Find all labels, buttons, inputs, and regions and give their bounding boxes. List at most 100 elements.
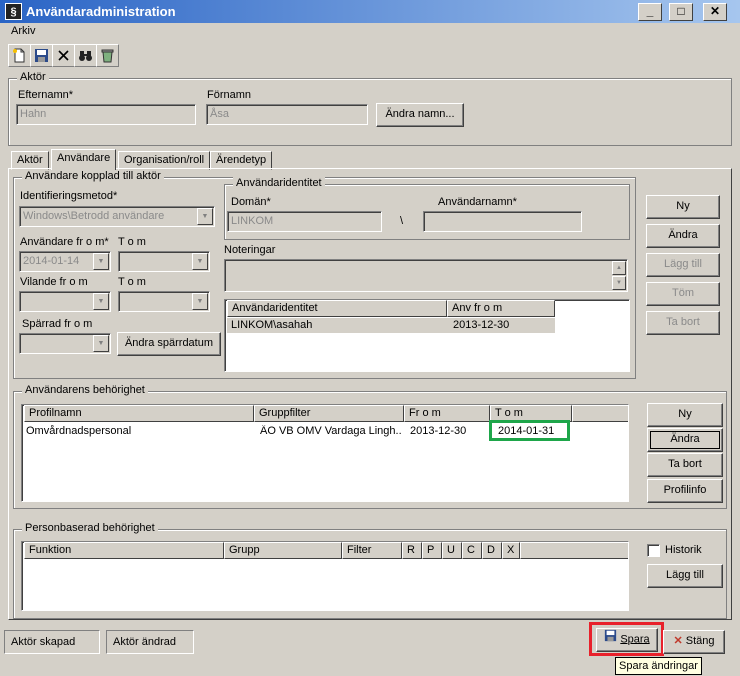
cell-identitet: LINKOM\asahah bbox=[231, 319, 313, 331]
behorighet-ny-button[interactable]: Ny bbox=[647, 403, 723, 427]
fornamn-label: Förnamn bbox=[207, 89, 252, 101]
identifieringsmetod-value: Windows\Betrodd användare bbox=[23, 210, 165, 222]
noteringar-textarea[interactable]: ▲ ▼ bbox=[224, 259, 628, 292]
spara-highlight-box bbox=[589, 622, 664, 656]
anvandare-from-value: 2014-01-14 bbox=[23, 255, 80, 267]
col-grupp[interactable]: Grupp bbox=[224, 542, 342, 559]
anvandare-tom-date[interactable]: ▼ bbox=[118, 251, 210, 272]
col-p[interactable]: P bbox=[422, 542, 442, 559]
fornamn-field[interactable]: Åsa bbox=[206, 104, 368, 125]
scroll-down-icon[interactable]: ▼ bbox=[612, 276, 626, 290]
ta-bort-button[interactable]: Ta bort bbox=[646, 311, 720, 335]
profilinfo-button[interactable]: Profilinfo bbox=[647, 479, 723, 503]
col-profilnamn[interactable]: Profilnamn bbox=[24, 405, 254, 422]
binoculars-icon[interactable] bbox=[74, 44, 97, 67]
personbaserad-legend: Personbaserad behörighet bbox=[22, 522, 158, 534]
vilande-tom-label: T o m bbox=[118, 276, 146, 288]
table-row[interactable]: LINKOM\asahah 2013-12-30 bbox=[227, 318, 555, 333]
andra-button[interactable]: Ändra bbox=[646, 224, 720, 248]
stang-label: Stäng bbox=[685, 635, 715, 647]
behorighet-table[interactable]: Profilnamn Gruppfilter Fr o m T o m Omvå… bbox=[21, 404, 629, 502]
col-u[interactable]: U bbox=[442, 542, 462, 559]
scroll-up-icon[interactable]: ▲ bbox=[612, 261, 626, 275]
col-x[interactable]: X bbox=[502, 542, 520, 559]
doman-label: Domän* bbox=[231, 196, 271, 208]
anvandaridentitet-legend: Användaridentitet bbox=[233, 177, 325, 189]
maximize-button[interactable]: □ bbox=[669, 3, 693, 21]
chevron-down-icon[interactable]: ▼ bbox=[93, 293, 109, 310]
delete-icon[interactable] bbox=[52, 44, 75, 67]
chevron-down-icon[interactable]: ▼ bbox=[197, 208, 213, 225]
col-d[interactable]: D bbox=[482, 542, 502, 559]
app-icon: § bbox=[5, 3, 22, 20]
anvandarnamn-label: Användarnamn* bbox=[438, 196, 517, 208]
historik-label: Historik bbox=[665, 544, 702, 556]
andra-namn-button[interactable]: Ändra namn... bbox=[376, 103, 464, 127]
application-window: § Användaradministration _ □ ✕ Arkiv Akt… bbox=[0, 0, 740, 676]
col-filter[interactable]: Filter bbox=[342, 542, 402, 559]
andra-sparrdatum-button[interactable]: Ändra spärrdatum bbox=[117, 332, 221, 356]
cell-anv-from: 2013-12-30 bbox=[453, 319, 510, 331]
title-bar[interactable]: § Användaradministration _ □ ✕ bbox=[0, 0, 740, 23]
aktor-skapad-status: Aktör skapad bbox=[4, 630, 100, 654]
historik-checkbox[interactable] bbox=[647, 544, 660, 557]
menu-bar: Arkiv bbox=[0, 23, 740, 42]
col-c[interactable]: C bbox=[462, 542, 482, 559]
window-title: Användaradministration bbox=[26, 4, 176, 19]
close-button[interactable]: ✕ bbox=[703, 3, 727, 21]
new-document-icon[interactable] bbox=[8, 44, 31, 67]
chevron-down-icon[interactable]: ▼ bbox=[192, 253, 208, 270]
behorighet-legend: Användarens behörighet bbox=[22, 384, 148, 396]
anvandare-kopplad-legend: Användare kopplad till aktör bbox=[22, 170, 164, 182]
chevron-down-icon[interactable]: ▼ bbox=[93, 253, 109, 270]
col-empty bbox=[572, 405, 628, 422]
anvandare-from-label: Användare fr o m* bbox=[20, 236, 109, 248]
col-anv-from[interactable]: Anv fr o m bbox=[447, 300, 555, 317]
aktor-andrad-status: Aktör ändrad bbox=[106, 630, 194, 654]
chevron-down-icon[interactable]: ▼ bbox=[192, 293, 208, 310]
aktor-legend: Aktör bbox=[17, 71, 49, 83]
identitet-table[interactable]: Användaridentitet Anv fr o m LINKOM\asah… bbox=[224, 299, 630, 372]
spara-tooltip: Spara ändringar bbox=[615, 657, 702, 675]
anvandare-from-date[interactable]: 2014-01-14 ▼ bbox=[19, 251, 111, 272]
close-x-icon: ✕ bbox=[673, 635, 683, 647]
anvandarnamn-field[interactable] bbox=[423, 211, 582, 232]
col-gruppfilter[interactable]: Gruppfilter bbox=[254, 405, 404, 422]
tom-button[interactable]: Töm bbox=[646, 282, 720, 306]
save-icon[interactable] bbox=[30, 44, 53, 67]
vilande-from-label: Vilande fr o m bbox=[20, 276, 88, 288]
cell-from: 2013-12-30 bbox=[410, 425, 467, 437]
identifieringsmetod-label: Identifieringsmetod* bbox=[20, 190, 118, 202]
col-anvandaridentitet[interactable]: Användaridentitet bbox=[227, 300, 447, 317]
vilande-from-date[interactable]: ▼ bbox=[19, 291, 111, 312]
behorighet-andra-button[interactable]: Ändra bbox=[647, 428, 723, 452]
cell-profilnamn: Omvårdnadspersonal bbox=[26, 425, 132, 437]
identifieringsmetod-select[interactable]: Windows\Betrodd användare ▼ bbox=[19, 206, 215, 227]
col-from[interactable]: Fr o m bbox=[404, 405, 490, 422]
behorighet-ta-bort-button[interactable]: Ta bort bbox=[647, 453, 723, 477]
efternamn-field[interactable]: Hahn bbox=[16, 104, 196, 125]
col-empty bbox=[520, 542, 628, 559]
personbaserad-table[interactable]: Funktion Grupp Filter R P U C D X bbox=[21, 541, 629, 611]
doman-field[interactable]: LINKOM bbox=[227, 211, 382, 232]
anvandare-tom-label: T o m bbox=[118, 236, 146, 248]
noteringar-label: Noteringar bbox=[224, 244, 276, 256]
recycle-bin-icon[interactable] bbox=[96, 44, 119, 67]
tom-highlight-box bbox=[489, 420, 570, 441]
efternamn-label: Efternamn* bbox=[18, 89, 74, 101]
vilande-tom-date[interactable]: ▼ bbox=[118, 291, 210, 312]
personbaserad-lagg-till-button[interactable]: Lägg till bbox=[647, 564, 723, 588]
chevron-down-icon[interactable]: ▼ bbox=[93, 335, 109, 352]
minimize-button[interactable]: _ bbox=[638, 3, 662, 21]
sparrad-from-label: Spärrad fr o m bbox=[22, 318, 93, 330]
menu-arkiv[interactable]: Arkiv bbox=[11, 25, 35, 37]
tab-anvandare[interactable]: Användare bbox=[51, 149, 117, 170]
col-funktion[interactable]: Funktion bbox=[24, 542, 224, 559]
domain-separator: \ bbox=[400, 215, 404, 227]
cell-gruppfilter: ÄO VB OMV Vardaga Lingh... bbox=[260, 425, 402, 437]
lagg-till-button[interactable]: Lägg till bbox=[646, 253, 720, 277]
col-r[interactable]: R bbox=[402, 542, 422, 559]
sparrad-from-date[interactable]: ▼ bbox=[19, 333, 111, 354]
ny-button[interactable]: Ny bbox=[646, 195, 720, 219]
stang-button[interactable]: ✕ Stäng bbox=[663, 630, 725, 654]
